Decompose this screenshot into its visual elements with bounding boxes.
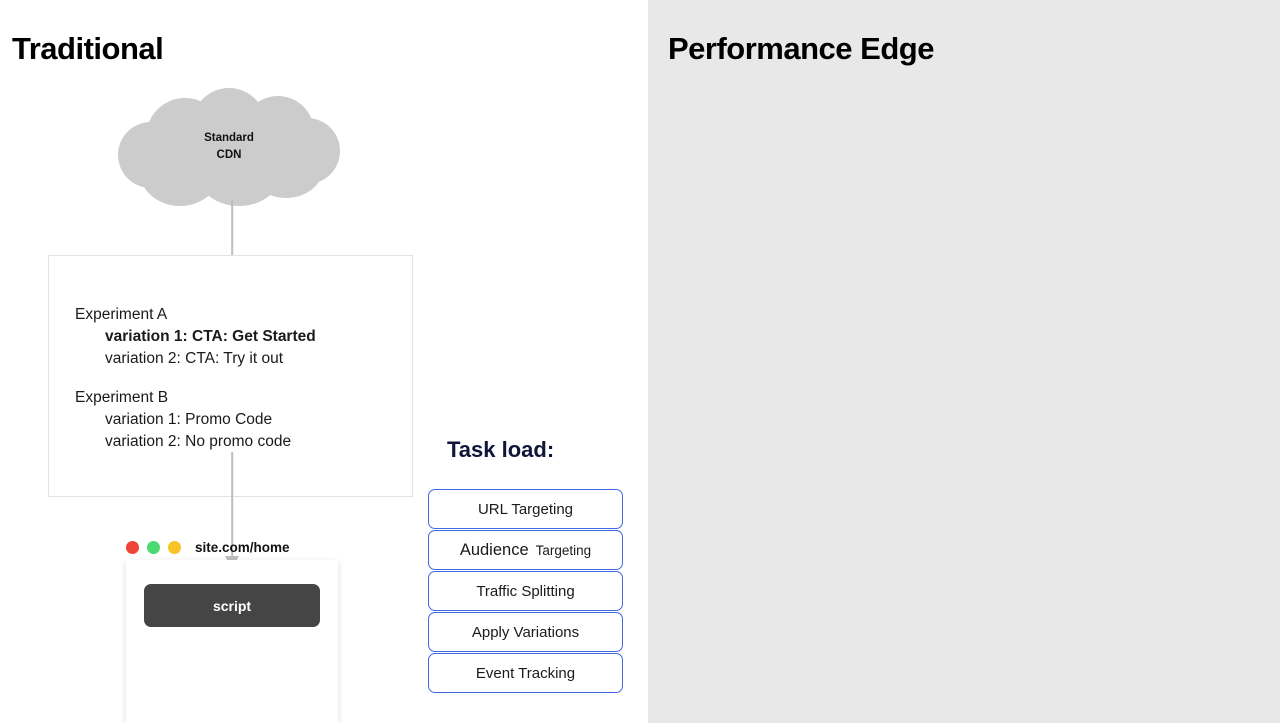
script-block: script [144, 584, 320, 627]
task-item-audience-targeting[interactable]: Audience Targeting [428, 530, 623, 570]
cloud-label-line-1: Standard [204, 132, 254, 145]
browser-window-traditional: site.com/home script [126, 536, 338, 723]
experiment-variation: variation 1: Promo Code [105, 411, 273, 428]
task-item-label: URL Targeting [477, 500, 574, 518]
browser-chrome-bar: site.com/home [126, 536, 290, 558]
experiments-list: Experiment A variation 1: CTA: Get Start… [75, 304, 316, 453]
maximize-dot-icon [168, 540, 181, 554]
experiment-variation: variation 2: No promo code [105, 433, 292, 450]
task-item-label: Audience [459, 540, 529, 559]
task-item-apply-variations[interactable]: Apply Variations [428, 612, 623, 652]
panel-title-performance-edge: Performance Edge [668, 31, 934, 66]
task-load-list: URL Targeting Audience Targeting Traffic… [428, 489, 623, 693]
task-item-label: Apply Variations [471, 623, 580, 641]
cloud-label-line-2: CDN [216, 149, 242, 161]
task-item-url-targeting[interactable]: URL Targeting [428, 489, 623, 529]
task-item-label-secondary: Targeting [535, 542, 592, 558]
experiment-variation: variation 2: CTA: Try it out [105, 350, 284, 367]
task-item-traffic-splitting[interactable]: Traffic Splitting [428, 571, 623, 611]
experiment-name: Experiment A [75, 306, 168, 323]
experiment-group: Experiment B variation 1: Promo Code var… [75, 387, 316, 453]
standard-cdn-cloud: Standard CDN [118, 88, 340, 206]
standard-cdn-cloud-label: Standard CDN [118, 88, 340, 206]
experiment-name: Experiment B [75, 389, 169, 406]
task-item-label: Event Tracking [475, 664, 576, 682]
panel-performance-edge: Performance Edge Experiment Delivery Net… [648, 0, 1280, 723]
panel-title-traditional: Traditional [12, 31, 164, 66]
experiment-variation: variation 1: CTA: Get Started [105, 328, 316, 345]
browser-url-label: site.com/home [195, 539, 290, 555]
task-item-label: Traffic Splitting [476, 582, 575, 600]
panel-traditional: Traditional Standard CDN Experiment A va… [0, 0, 648, 723]
diagram-canvas: Traditional Standard CDN Experiment A va… [0, 0, 1280, 723]
close-dot-icon [126, 540, 139, 554]
task-load-title: Task load: [447, 437, 555, 462]
experiment-group: Experiment A variation 1: CTA: Get Start… [75, 304, 316, 370]
minimize-dot-icon [147, 540, 160, 554]
task-item-event-tracking[interactable]: Event Tracking [428, 653, 623, 693]
